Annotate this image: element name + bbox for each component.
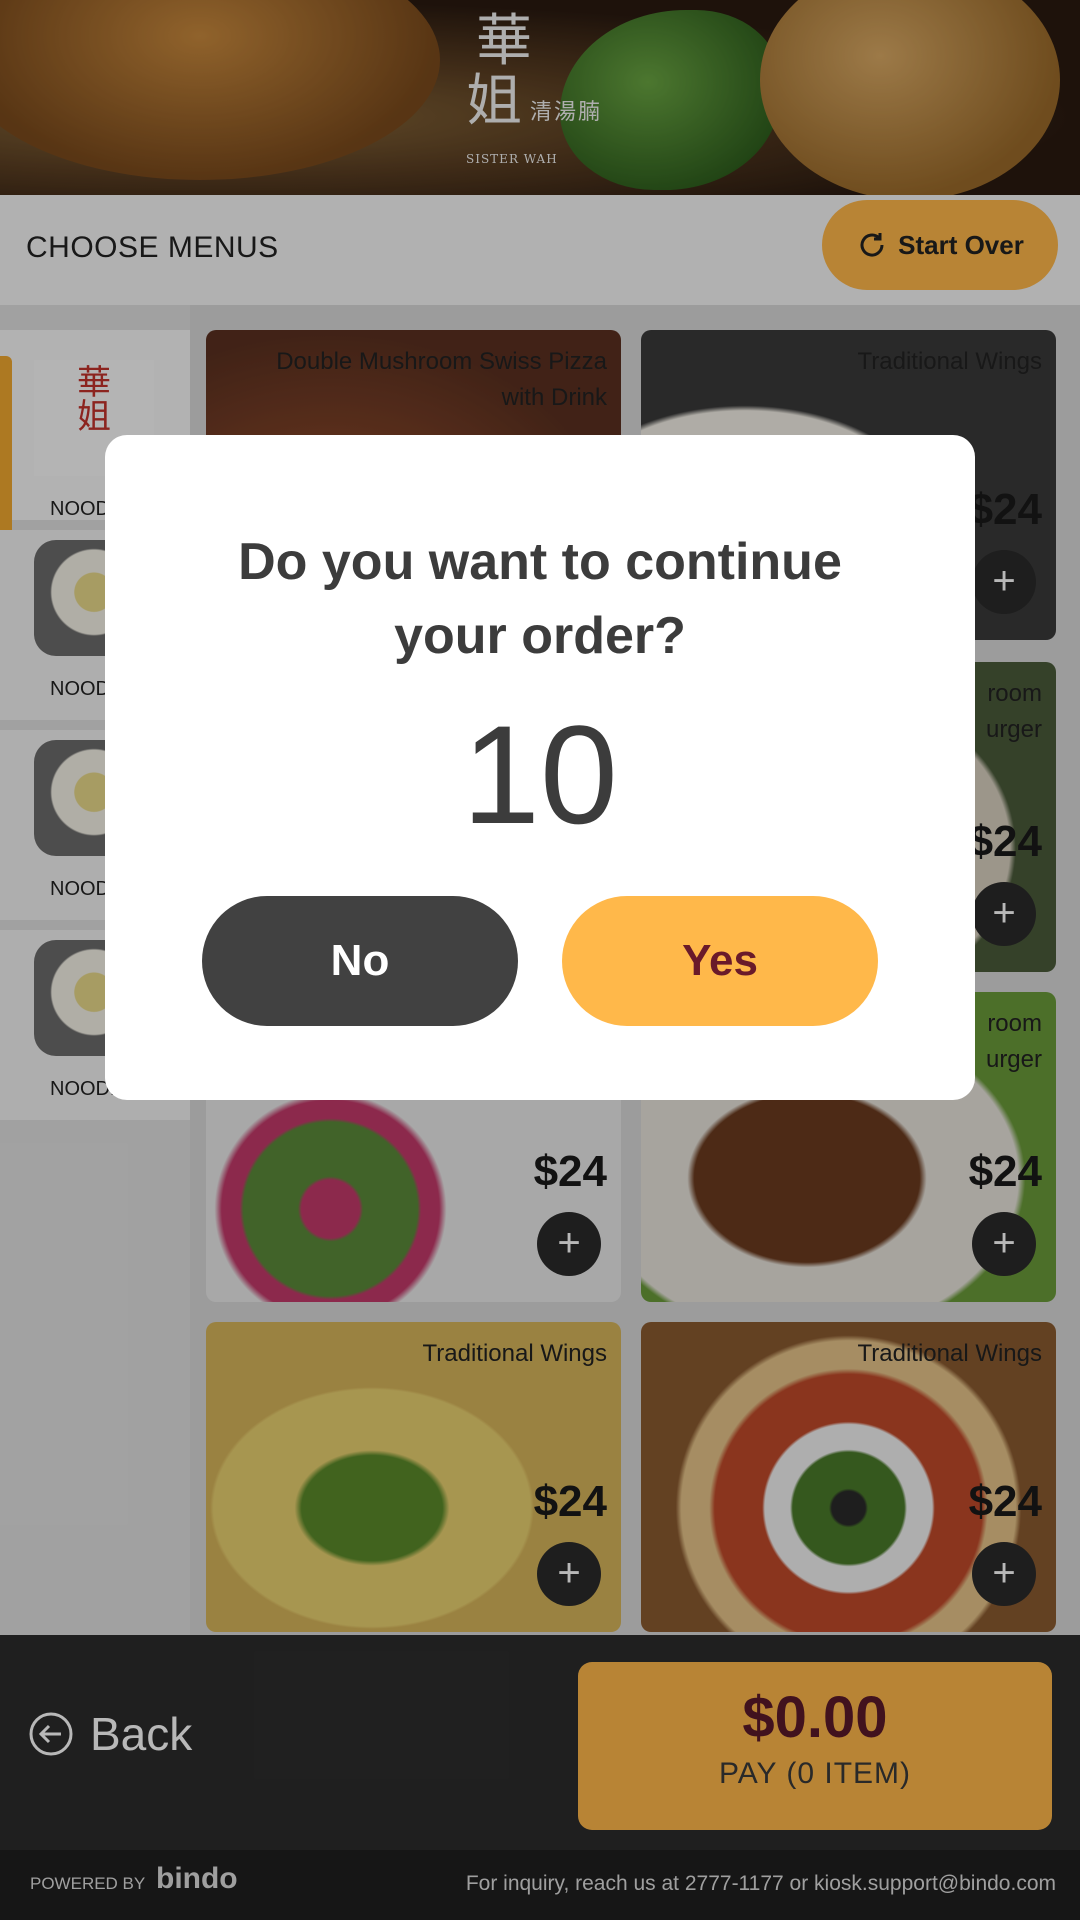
dialog-question: Do you want to continue your order?: [105, 525, 975, 673]
dialog-question-line: your order?: [394, 607, 686, 665]
yes-button[interactable]: Yes: [562, 896, 878, 1026]
dialog-question-line: Do you want to continue: [238, 533, 842, 591]
countdown-timer: 10: [462, 696, 618, 853]
no-button[interactable]: No: [202, 896, 518, 1026]
continue-order-dialog: Do you want to continue your order? 10 N…: [105, 435, 975, 1100]
